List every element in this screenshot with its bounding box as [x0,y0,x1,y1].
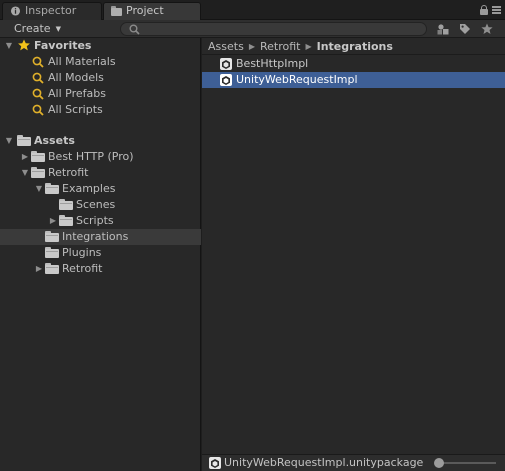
project-tree-pane: ▼ Favorites All Materials All Models All… [0,38,201,471]
selected-asset-path: UnityWebRequestImpl.unitypackage [224,456,424,469]
tab-bar: Inspector Project [0,0,505,21]
tree-item-label: Plugins [62,246,102,259]
search-icon [32,104,44,116]
filter-by-label-button[interactable] [455,21,475,37]
breadcrumb-current[interactable]: Integrations [317,40,393,53]
chevron-down-icon: ▼ [55,25,61,33]
folder-contents-pane: Assets ▶ Retrofit ▶ Integrations BestHttpImp… [202,38,505,471]
favorite-item-label: All Models [48,71,104,84]
status-bar: UnityWebRequestImpl.unitypackage [202,454,505,471]
folder-icon [45,247,59,258]
asset-item-label: BestHttpImpl [236,57,309,70]
folder-icon [45,231,59,242]
folder-icon [31,167,45,178]
expand-arrow-icon[interactable]: ▼ [34,181,44,197]
expand-arrow-icon[interactable]: ▼ [4,133,14,149]
expand-arrow-icon[interactable]: ▶ [34,261,44,277]
folder-icon [31,151,45,162]
folder-icon [45,183,59,194]
folder-icon [59,215,73,226]
expand-arrow-icon[interactable]: ▼ [4,38,14,54]
search-icon [32,88,44,100]
tab-inspector[interactable]: Inspector [2,2,102,20]
icon-size-slider[interactable] [434,458,496,468]
favorite-item[interactable]: All Models [0,70,201,86]
chevron-right-icon: ▶ [305,42,312,51]
info-icon [10,6,21,16]
tree-item[interactable]: ▶ Retrofit [0,261,201,277]
tree-item[interactable]: ▼ Retrofit [0,165,201,181]
assets-header[interactable]: ▼ Assets [0,133,201,149]
favorite-item-label: All Scripts [48,103,103,116]
tree-item-selected[interactable]: Integrations [0,229,201,245]
favorite-item-label: All Prefabs [48,87,106,100]
tree-item-label: Retrofit [62,262,103,275]
favorite-item[interactable]: All Scripts [0,102,201,118]
unity-package-icon [220,74,232,86]
favorite-button[interactable] [477,21,497,37]
unity-package-icon [220,58,232,70]
tree-item-label: Scripts [76,214,114,227]
expand-arrow-icon[interactable]: ▼ [20,165,30,181]
tab-project-label: Project [126,4,164,17]
tree-item[interactable]: ▼ Examples [0,181,201,197]
favorite-item[interactable]: All Prefabs [0,86,201,102]
folder-icon [17,135,31,146]
tree-item-label: Examples [62,182,116,195]
breadcrumb-item[interactable]: Retrofit [260,40,300,53]
folder-icon [45,263,59,274]
tab-project[interactable]: Project [103,2,201,21]
slider-thumb[interactable] [434,458,444,468]
tree-item[interactable]: ▶ Scripts [0,213,201,229]
filter-type-icon [437,23,449,34]
search-input[interactable] [120,22,427,36]
tab-inspector-label: Inspector [25,4,77,17]
expand-arrow-icon[interactable]: ▶ [20,149,30,165]
star-icon [18,39,30,51]
search-icon [129,24,140,35]
create-button-label: Create [14,22,51,35]
asset-item-label: UnityWebRequestImpl [236,73,358,86]
favorites-label: Favorites [34,39,92,52]
favorite-item-label: All Materials [48,55,116,68]
asset-item[interactable]: BestHttpImpl [202,56,505,72]
search-icon [32,72,44,84]
tree-item[interactable]: Scenes [0,197,201,213]
chevron-right-icon: ▶ [248,42,255,51]
tree-item-label: Best HTTP (Pro) [48,150,134,163]
slider-track [438,462,496,464]
assets-label: Assets [34,134,75,147]
tab-menu-icon[interactable] [492,6,501,14]
tree-item-label: Scenes [76,198,116,211]
lock-icon[interactable] [480,5,488,15]
breadcrumb-item[interactable]: Assets [208,40,244,53]
filter-by-type-button[interactable] [433,21,453,37]
folder-icon [111,6,122,16]
tree-item[interactable]: Plugins [0,245,201,261]
tree-item-label: Retrofit [48,166,89,179]
create-button[interactable]: Create ▼ [4,21,71,36]
expand-arrow-icon[interactable]: ▶ [48,213,58,229]
project-toolbar: Create ▼ [0,20,505,38]
tree-item[interactable]: ▶ Best HTTP (Pro) [0,149,201,165]
search-icon [32,56,44,68]
folder-icon [59,199,73,210]
unity-package-icon [209,457,221,469]
tree-item-label: Integrations [62,230,129,243]
star-icon [481,23,493,34]
breadcrumb: Assets ▶ Retrofit ▶ Integrations [202,38,505,55]
favorites-header[interactable]: ▼ Favorites [0,38,201,54]
favorite-item[interactable]: All Materials [0,54,201,70]
asset-item-selected[interactable]: UnityWebRequestImpl [202,72,505,88]
label-tag-icon [460,24,470,34]
